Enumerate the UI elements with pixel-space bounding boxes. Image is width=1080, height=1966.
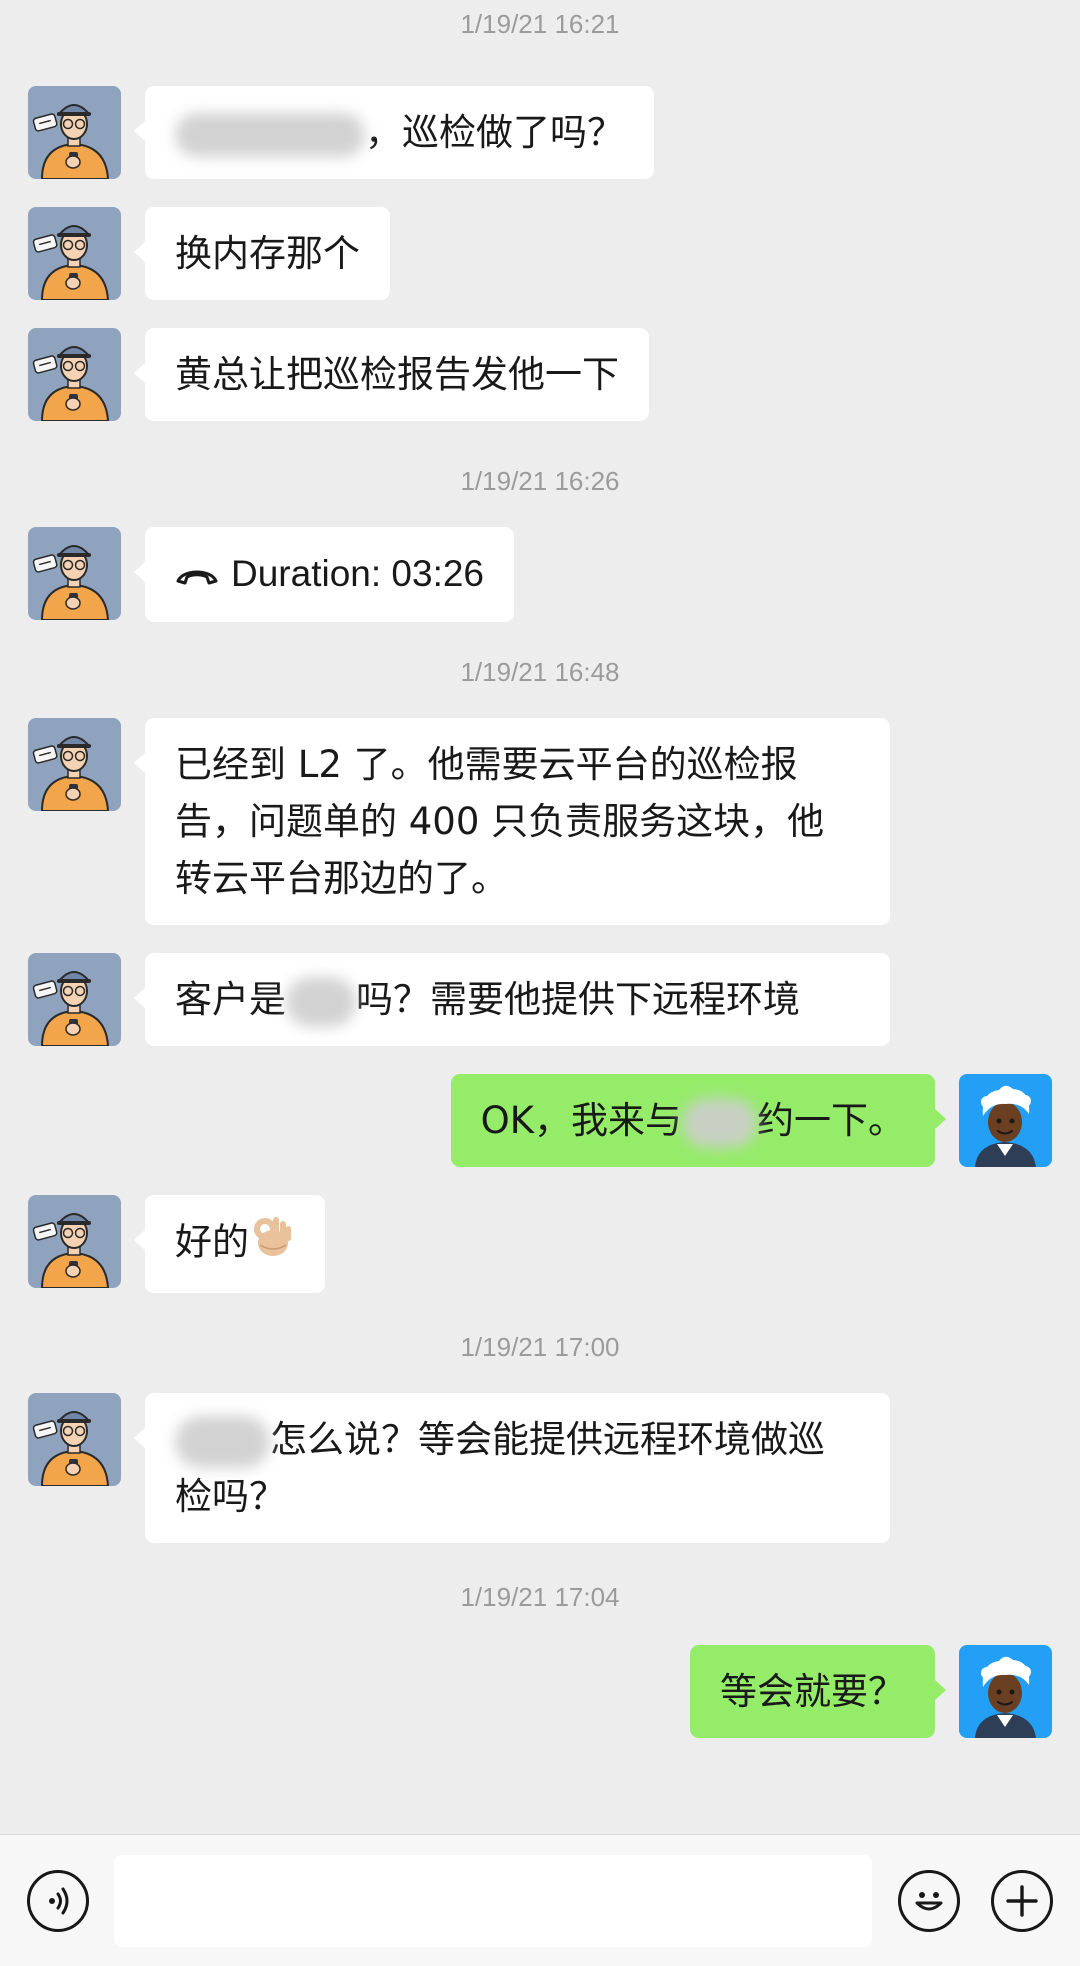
- message-row: Duration: 03:26: [0, 527, 1080, 622]
- message-row: 已经到 L2 了。他需要云平台的巡检报告，问题单的 400 只负责服务这块，他转…: [0, 718, 1080, 925]
- timestamp: 1/19/21 16:26: [460, 466, 620, 496]
- contact-avatar[interactable]: [28, 527, 121, 620]
- message-bubble[interactable]: 换内存那个: [134, 207, 390, 300]
- redacted-blur: [175, 1415, 270, 1468]
- chat-message-list[interactable]: 1/19/21 16:21 ，巡检做了吗？ 换内存那个 黄总让把巡检报告发他一下…: [0, 0, 1080, 1834]
- message-bubble[interactable]: 怎么说？等会能提供远程环境做巡检吗？: [134, 1393, 890, 1543]
- contact-avatar[interactable]: [28, 953, 121, 1046]
- plus-icon[interactable]: [991, 1870, 1053, 1932]
- timestamp: 1/19/21 17:04: [460, 1582, 620, 1612]
- timestamp: 1/19/21 16:21: [460, 9, 620, 39]
- call-record-bubble[interactable]: Duration: 03:26: [133, 527, 515, 622]
- message-text: 吗？需要他提供下远程环境: [356, 978, 800, 1021]
- message-text: OK，我来与: [480, 1099, 682, 1142]
- message-bubble[interactable]: 等会就要？: [690, 1645, 946, 1738]
- self-avatar[interactable]: [959, 1074, 1052, 1167]
- message-input[interactable]: [114, 1855, 872, 1947]
- message-text: 黄总让把巡检报告发他一下: [175, 353, 619, 396]
- timestamp: 1/19/21 16:48: [460, 657, 620, 687]
- smiley-icon[interactable]: [898, 1870, 960, 1932]
- message-text: 等会就要？: [720, 1670, 905, 1713]
- message-text: ，巡检做了吗？: [365, 111, 624, 154]
- message-text: 好的: [175, 1220, 249, 1264]
- message-row: 黄总让把巡检报告发他一下: [0, 328, 1080, 421]
- message-row: 换内存那个: [0, 207, 1080, 300]
- message-row: 怎么说？等会能提供远程环境做巡检吗？: [0, 1393, 1080, 1543]
- message-text: 怎么说？等会能提供远程环境做巡检吗？: [175, 1418, 825, 1518]
- redacted-blur: [682, 1097, 757, 1148]
- contact-avatar[interactable]: [28, 718, 121, 811]
- message-row: 客户是 吗？需要他提供下远程环境: [0, 953, 1080, 1046]
- message-bubble[interactable]: 好的: [134, 1195, 325, 1293]
- message-row: 等会就要？: [0, 1645, 1080, 1738]
- input-bar: [0, 1834, 1080, 1966]
- self-avatar[interactable]: [959, 1645, 1052, 1738]
- call-duration-text: Duration: 03:26: [231, 553, 485, 594]
- message-bubble[interactable]: OK，我来与 约一下。: [450, 1074, 947, 1167]
- message-text: 客户是: [175, 978, 286, 1021]
- message-bubble[interactable]: 已经到 L2 了。他需要云平台的巡检报告，问题单的 400 只负责服务这块，他转…: [134, 718, 890, 925]
- voice-input-icon[interactable]: [27, 1870, 89, 1932]
- ok-hand-emoji: [251, 1213, 295, 1275]
- message-row: OK，我来与 约一下。: [0, 1074, 1080, 1167]
- contact-avatar[interactable]: [28, 86, 121, 179]
- contact-avatar[interactable]: [28, 1195, 121, 1288]
- phone-handset-icon: [175, 547, 219, 604]
- contact-avatar[interactable]: [28, 328, 121, 421]
- timestamp: 1/19/21 17:00: [460, 1332, 620, 1362]
- message-text: 约一下。: [757, 1099, 905, 1142]
- message-text: 已经到 L2 了。他需要云平台的巡检报告，问题单的 400 只负责服务这块，他转…: [175, 743, 825, 900]
- redacted-blur: [286, 976, 356, 1027]
- message-row: 好的: [0, 1195, 1080, 1293]
- contact-avatar[interactable]: [28, 207, 121, 300]
- redacted-blur: [175, 112, 365, 157]
- message-text: 换内存那个: [175, 232, 360, 275]
- message-row: ，巡检做了吗？: [0, 86, 1080, 179]
- contact-avatar[interactable]: [28, 1393, 121, 1486]
- message-bubble[interactable]: 黄总让把巡检报告发他一下: [134, 328, 649, 421]
- message-bubble[interactable]: 客户是 吗？需要他提供下远程环境: [134, 953, 890, 1046]
- message-bubble[interactable]: ，巡检做了吗？: [134, 86, 654, 179]
